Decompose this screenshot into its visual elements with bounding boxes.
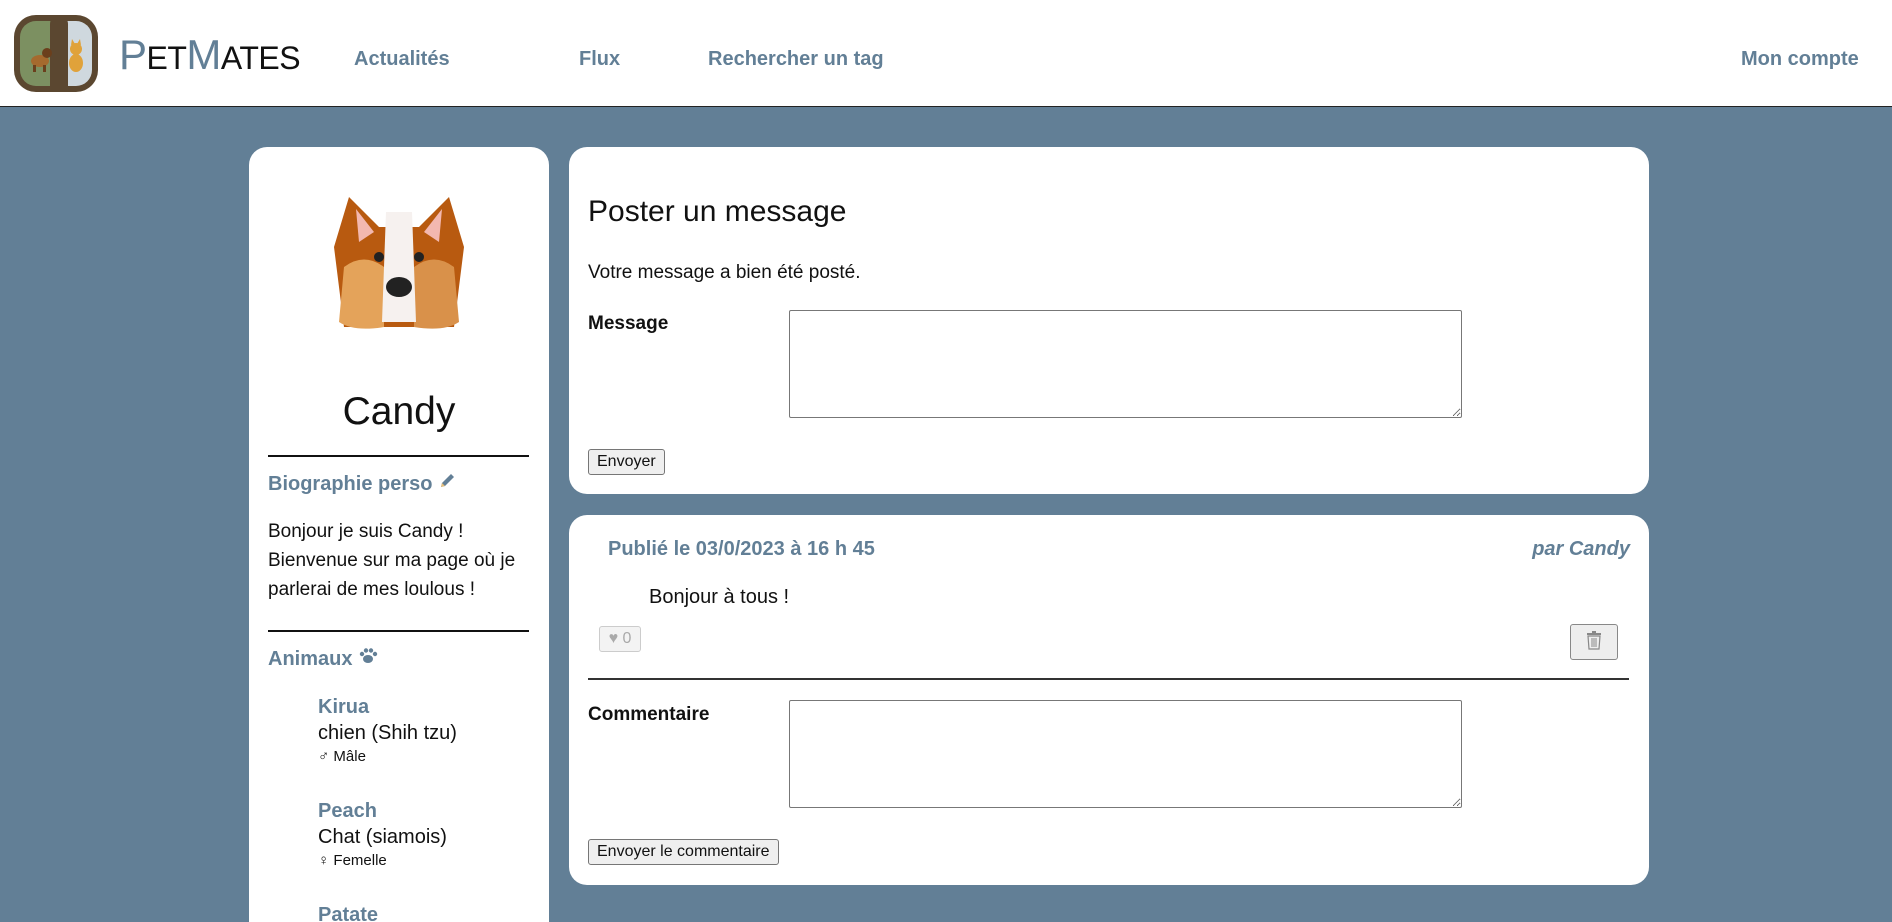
nav-flux[interactable]: Flux <box>579 48 620 71</box>
pet-name[interactable]: Peach <box>318 798 447 824</box>
dog-avatar-icon <box>334 197 464 329</box>
divider <box>268 455 529 457</box>
post-date: Publié le 03/0/2023 à 16 h 45 <box>608 538 875 560</box>
nav-mon-compte[interactable]: Mon compte <box>1741 48 1859 71</box>
bio-text: Bonjour je suis Candy ! Bienvenue sur ma… <box>268 521 516 600</box>
post-message-card: Poster un message Votre message a bien é… <box>569 147 1649 494</box>
comment-textarea[interactable] <box>789 700 1462 808</box>
divider <box>268 630 529 632</box>
brand-text-ates: ATES <box>220 40 301 76</box>
send-comment-button[interactable]: Envoyer le commentaire <box>588 839 779 865</box>
post-success-message: Votre message a bien été posté. <box>588 262 861 283</box>
cat-silhouette-icon <box>69 39 83 72</box>
pet-species: chien (Shih tzu) <box>318 722 457 744</box>
brand-name[interactable]: PETMATES <box>119 31 301 79</box>
pet-item: Peach Chat (siamois) ♀ Femelle <box>318 798 447 872</box>
post-body: Bonjour à tous ! <box>649 586 790 608</box>
pencil-icon[interactable] <box>438 473 456 495</box>
pet-name[interactable]: Kirua <box>318 694 457 720</box>
top-navbar: PETMATES Actualités Flux Rechercher un t… <box>0 0 1892 107</box>
petmates-logo[interactable] <box>14 15 98 92</box>
brand-letter-p: P <box>119 31 147 78</box>
brand-letter-m: M <box>186 31 221 78</box>
bio-section-title[interactable]: Biographie perso <box>268 472 456 496</box>
pet-name[interactable]: Patate <box>318 902 378 922</box>
nav-actualites[interactable]: Actualités <box>354 48 450 71</box>
message-label: Message <box>588 313 669 334</box>
profile-sidebar: Candy Biographie perso Bonjour je suis C… <box>249 147 549 922</box>
pet-item: Patate <box>318 902 378 922</box>
logo-image <box>20 21 92 86</box>
pet-gender: ♀ Femelle <box>318 852 387 869</box>
pets-title-label: Animaux <box>268 648 353 670</box>
paw-icon <box>358 648 378 670</box>
bio-title-label: Biographie perso <box>268 473 433 495</box>
pet-item: Kirua chien (Shih tzu) ♂ Mâle <box>318 694 457 768</box>
divider <box>588 678 1629 680</box>
trash-icon <box>1585 630 1603 655</box>
dog-silhouette-icon <box>31 48 52 72</box>
nav-rechercher-tag[interactable]: Rechercher un tag <box>708 48 884 71</box>
send-message-button[interactable]: Envoyer <box>588 449 665 475</box>
delete-post-button[interactable] <box>1570 624 1618 660</box>
post-author-link[interactable]: par Candy <box>1532 538 1630 561</box>
brand-text-et: ET <box>146 40 187 76</box>
pet-species: Chat (siamois) <box>318 826 447 848</box>
post-form-title: Poster un message <box>588 195 847 228</box>
like-button[interactable]: ♥ 0 <box>599 626 641 652</box>
pet-gender: ♂ Mâle <box>318 748 366 765</box>
comment-label: Commentaire <box>588 704 710 725</box>
message-textarea[interactable] <box>789 310 1462 418</box>
post-card: Publié le 03/0/2023 à 16 h 45 par Candy … <box>569 515 1649 885</box>
profile-name: Candy <box>342 390 456 433</box>
pets-section-title: Animaux <box>268 647 378 671</box>
